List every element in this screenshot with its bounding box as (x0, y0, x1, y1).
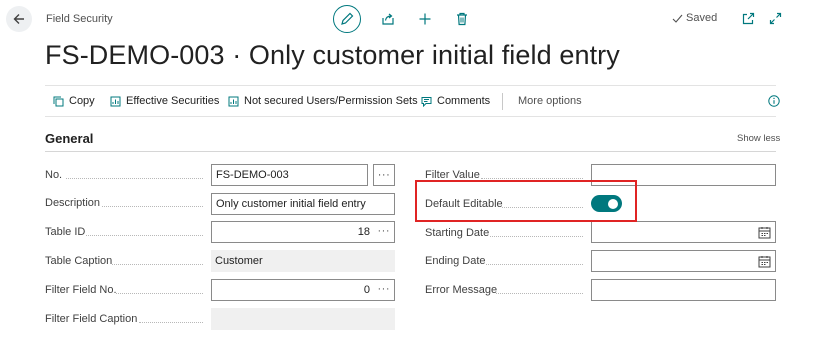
ending-date-label: Ending Date (425, 255, 486, 267)
effective-securities-action[interactable]: Effective Securities (110, 86, 219, 116)
table-caption-label: Table Caption (45, 255, 113, 267)
no-label: No. (45, 169, 63, 181)
saved-label: Saved (686, 12, 718, 24)
share-button[interactable] (378, 9, 398, 29)
copy-action[interactable]: Copy (53, 86, 95, 116)
comments-label: Comments (437, 95, 491, 107)
comments-action[interactable]: Comments (421, 86, 490, 116)
more-options-action[interactable]: More options (518, 86, 582, 116)
info-icon[interactable] (768, 95, 780, 107)
delete-button[interactable] (452, 9, 472, 29)
description-field[interactable]: Only customer initial field entry (211, 193, 395, 215)
page-title: FS-DEMO-003 · Only customer initial fiel… (45, 40, 620, 70)
filter-field-caption-label: Filter Field Caption (45, 313, 138, 325)
action-separator (502, 93, 503, 110)
copy-icon (53, 96, 64, 107)
checkmark-icon (672, 14, 683, 23)
description-label: Description (45, 197, 101, 209)
ending-date-field[interactable] (591, 250, 776, 272)
ellipsis-icon[interactable]: ··· (378, 225, 391, 237)
report-icon (110, 96, 121, 107)
filter-field-no-value: 0 (363, 284, 370, 296)
highlight-box (415, 180, 637, 222)
error-message-field[interactable] (591, 279, 776, 301)
ellipsis-icon: ··· (377, 169, 391, 181)
calendar-icon[interactable] (758, 226, 771, 239)
table-id-value: 18 (357, 226, 370, 238)
edit-button[interactable] (333, 5, 361, 33)
pencil-icon (341, 12, 354, 25)
share-icon (382, 13, 394, 25)
expand-button[interactable] (768, 11, 782, 25)
ellipsis-icon[interactable]: ··· (378, 283, 391, 295)
label-leader (496, 293, 583, 294)
section-title-general[interactable]: General (45, 131, 93, 146)
comment-icon (421, 96, 432, 107)
label-leader (102, 206, 203, 207)
show-less-link[interactable]: Show less (737, 133, 780, 144)
starting-date-field[interactable] (591, 221, 776, 243)
expand-icon (769, 12, 781, 24)
arrow-left-icon (13, 14, 24, 24)
no-field[interactable]: FS-DEMO-003 (211, 164, 368, 186)
label-leader (116, 293, 203, 294)
copy-label: Copy (69, 95, 95, 107)
filter-field-caption-field (211, 308, 395, 330)
saved-status: Saved (672, 12, 717, 24)
table-caption-field: Customer (211, 250, 395, 272)
calendar-icon[interactable] (758, 255, 771, 268)
action-bar: Copy Effective Securities Not secured Us… (45, 85, 780, 117)
trash-icon (457, 12, 467, 26)
breadcrumb[interactable]: Field Security (46, 13, 113, 25)
back-button[interactable] (6, 6, 32, 32)
page-actions (333, 5, 472, 33)
filter-field-no-field[interactable]: 0 ··· (211, 279, 395, 301)
starting-date-label: Starting Date (425, 227, 490, 239)
label-leader (66, 178, 203, 179)
no-value: FS-DEMO-003 (216, 169, 289, 181)
table-id-field[interactable]: 18 ··· (211, 221, 395, 243)
not-secured-label: Not secured Users/Permission Sets (244, 95, 418, 107)
label-leader (481, 178, 583, 179)
label-leader (486, 264, 583, 265)
label-leader (86, 235, 203, 236)
table-caption-value: Customer (215, 255, 263, 267)
no-lookup-button[interactable]: ··· (373, 164, 395, 186)
new-button[interactable] (415, 9, 435, 29)
more-options-label: More options (518, 95, 582, 107)
description-value: Only customer initial field entry (216, 198, 366, 210)
table-id-label: Table ID (45, 226, 86, 238)
label-leader (490, 236, 583, 237)
label-leader (112, 264, 203, 265)
label-leader (139, 322, 203, 323)
plus-icon (419, 13, 431, 25)
filter-field-no-label: Filter Field No. (45, 284, 117, 296)
section-divider (45, 151, 776, 152)
effective-securities-label: Effective Securities (126, 95, 220, 107)
report-icon (228, 96, 239, 107)
open-new-window-button[interactable] (741, 11, 755, 25)
error-message-label: Error Message (425, 284, 498, 296)
not-secured-action[interactable]: Not secured Users/Permission Sets (228, 86, 418, 116)
open-in-new-window-icon (742, 12, 754, 24)
